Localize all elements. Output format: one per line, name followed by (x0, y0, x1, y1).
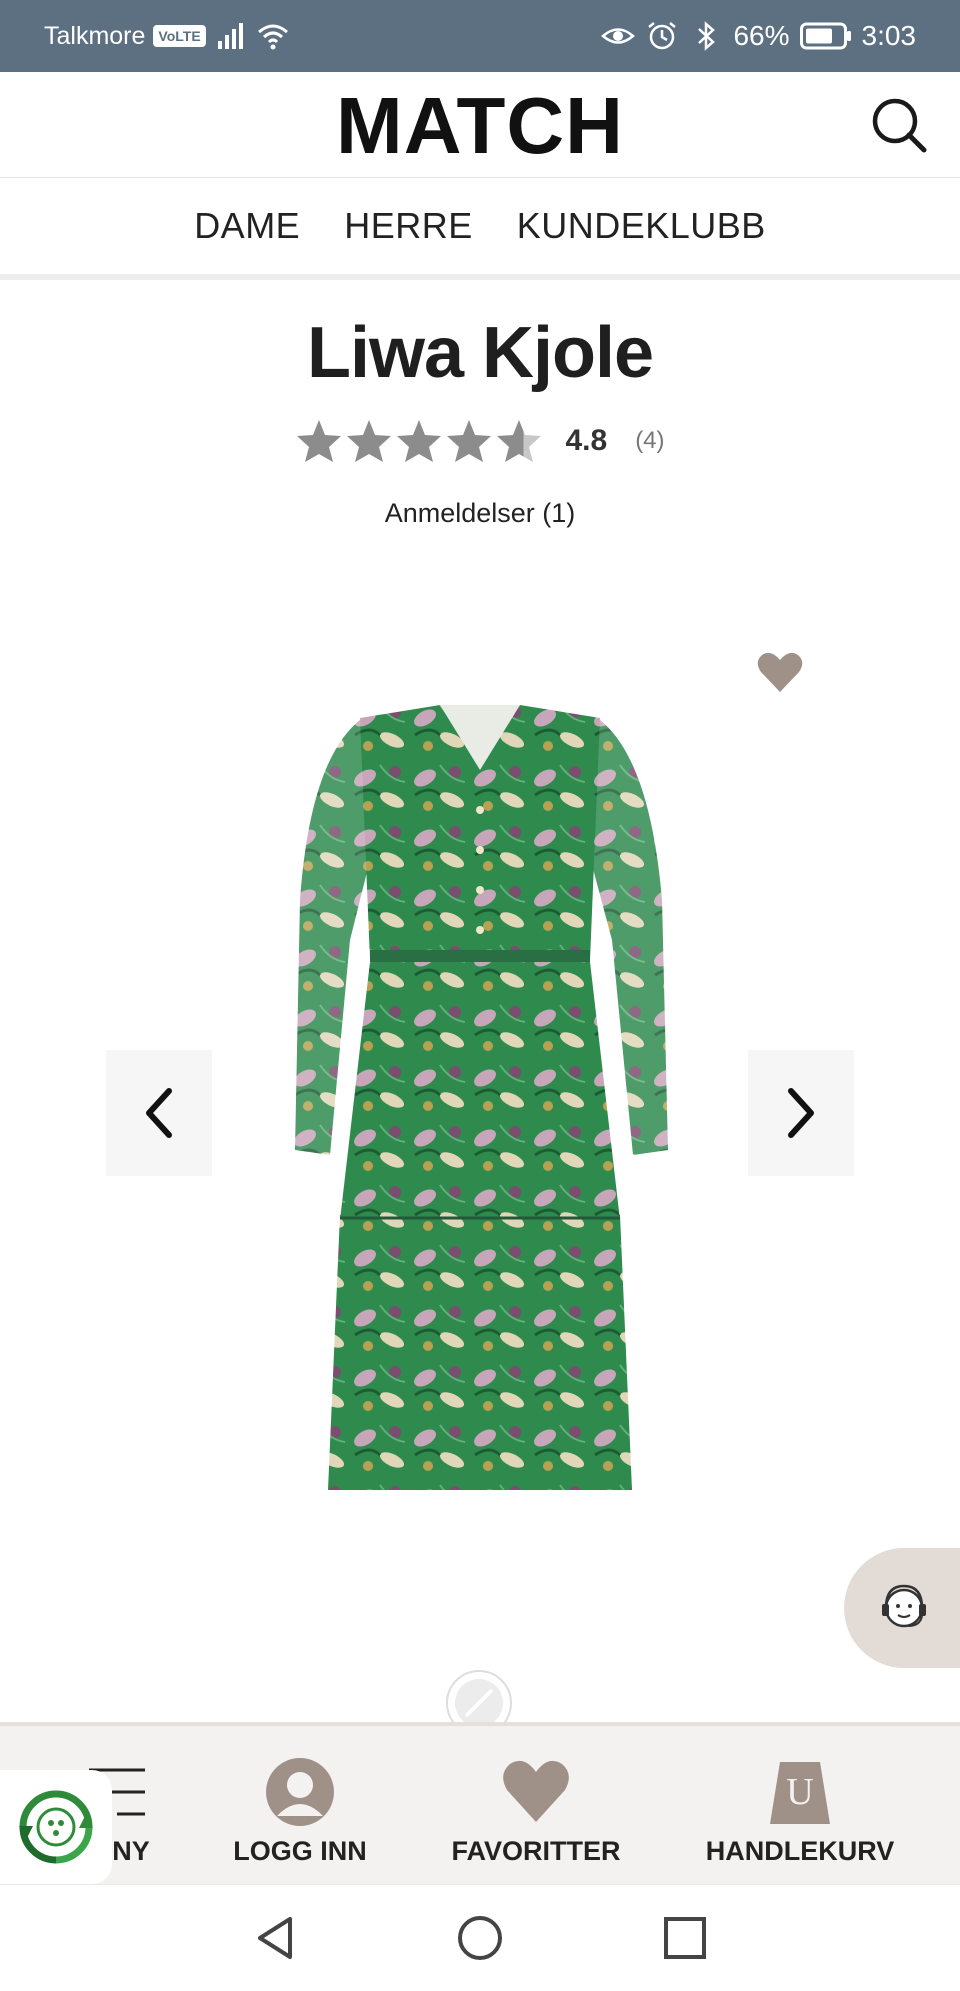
chevron-left-icon (146, 1088, 172, 1138)
battery-icon (799, 21, 852, 51)
gallery-next-button[interactable] (748, 1050, 854, 1176)
main-nav: DAME HERRE KUNDEKLUBB (0, 178, 960, 280)
heart-icon[interactable] (756, 650, 804, 694)
bluetooth-icon (698, 21, 716, 51)
rating-stars (295, 418, 543, 464)
star-half-icon (497, 420, 542, 462)
gallery-prev-button[interactable] (106, 1050, 212, 1176)
rating-count: (4) (635, 427, 665, 454)
product-title: Liwa Kjole (306, 313, 654, 393)
star-icon (397, 420, 442, 462)
star-icon (447, 420, 492, 462)
login-button[interactable]: LOGG INN (220, 1726, 380, 1888)
site-header: MATCH (0, 72, 960, 178)
status-right: 66% 3:03 (601, 0, 916, 72)
clock: 3:03 (861, 20, 917, 51)
home-icon[interactable] (455, 1913, 505, 1963)
login-label: LOGG INN (233, 1836, 367, 1866)
status-left: Talkmore VoLTE (44, 0, 290, 72)
wifi-icon (257, 24, 288, 50)
star-icon (297, 420, 342, 462)
status-bar: Talkmore VoLTE 66% 3:03 (0, 0, 960, 72)
heart-icon (503, 1760, 569, 1822)
nav-item-herre[interactable]: HERRE (344, 205, 473, 247)
chat-support-button[interactable] (844, 1548, 960, 1668)
shopping-bag-icon: U (770, 1762, 830, 1824)
product-image[interactable] (290, 700, 670, 1520)
signal-icon (217, 23, 243, 49)
system-nav-bar (0, 1884, 960, 1991)
volte-badge: VoLTE (153, 25, 206, 47)
favorites-button[interactable]: FAVORITTER (446, 1726, 626, 1888)
eye-icon (601, 28, 636, 44)
shopping-bag-letter: U (786, 1771, 813, 1813)
back-icon[interactable] (250, 1913, 300, 1963)
support-agent-icon (882, 1584, 926, 1628)
recents-icon[interactable] (660, 1913, 710, 1963)
chevron-right-icon (788, 1088, 814, 1138)
nav-item-kundeklubb[interactable]: KUNDEKLUBB (517, 205, 766, 247)
brand-logo[interactable]: MATCH (0, 86, 960, 166)
search-icon[interactable] (864, 90, 934, 160)
rating-value: 4.8 (565, 424, 608, 457)
product-rating[interactable]: 4.8 (4) (0, 418, 960, 464)
battery-percent: 66% (733, 20, 790, 51)
eco-badge[interactable] (0, 1770, 112, 1884)
favorites-label: FAVORITTER (451, 1836, 621, 1866)
recycle-eco-icon (19, 1790, 93, 1864)
cart-label: HANDLEKURV (705, 1836, 895, 1866)
user-icon (266, 1758, 334, 1826)
nav-item-dame[interactable]: DAME (194, 205, 300, 247)
cart-button[interactable]: U HANDLEKURV (700, 1726, 900, 1888)
star-icon (347, 420, 392, 462)
reviews-link[interactable]: Anmeldelser (1) (0, 498, 960, 529)
bottom-bar: NY LOGG INN FAVORITTER U HANDLEKURV (0, 1722, 960, 1884)
carrier-name: Talkmore (44, 21, 146, 50)
alarm-icon (648, 22, 677, 50)
